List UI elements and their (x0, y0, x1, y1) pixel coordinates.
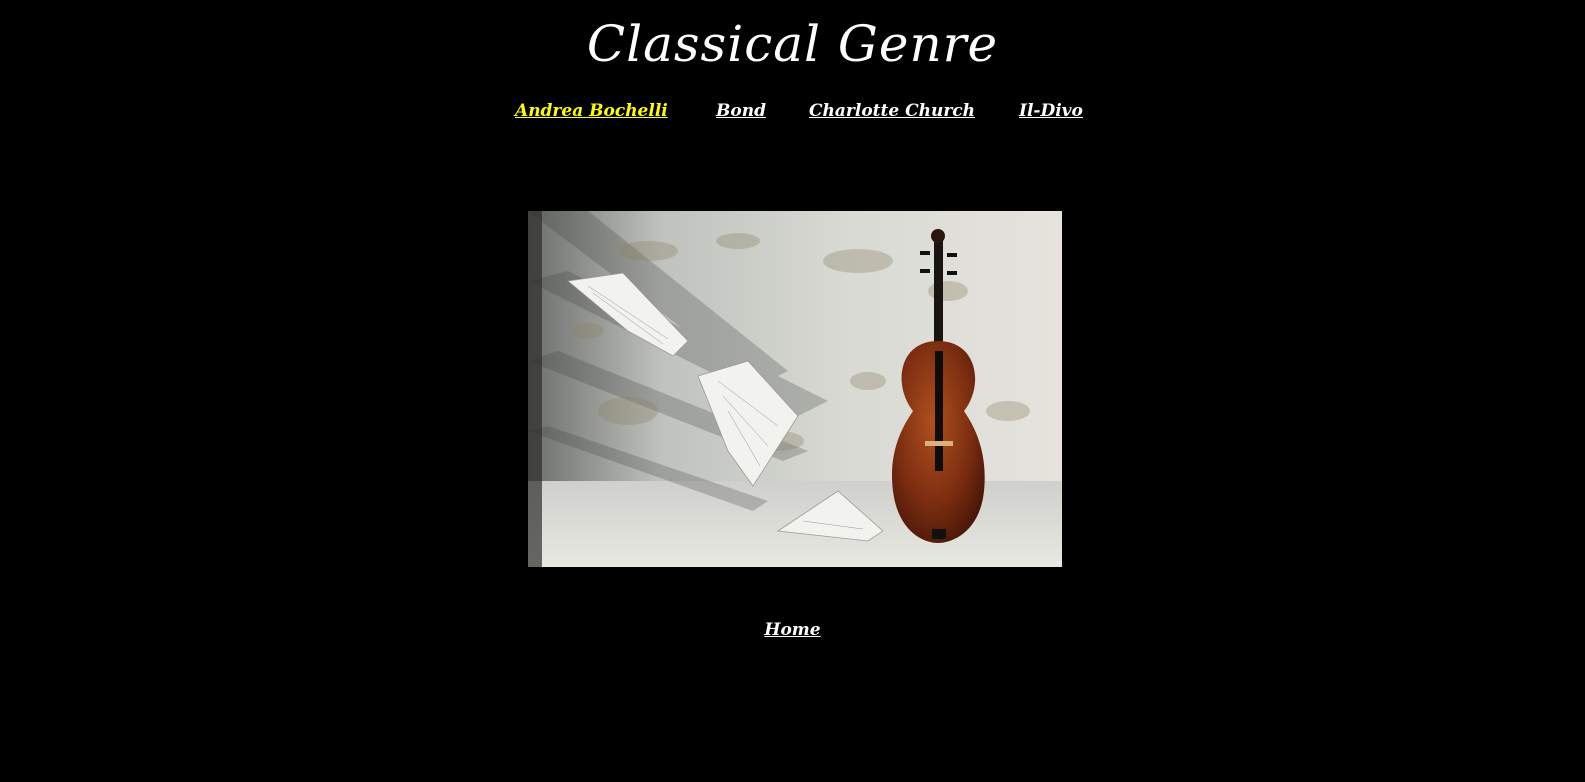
nav-link-charlotte-church[interactable]: Charlotte Church (809, 100, 975, 122)
nav-link-andrea-bochelli[interactable]: Andrea Bochelli (515, 100, 668, 122)
page-title: Classical Genre (586, 15, 999, 73)
hero-image (528, 211, 1062, 567)
home-link-container: Home (0, 620, 1585, 640)
nav-link-il-divo[interactable]: Il-Divo (1019, 100, 1083, 122)
nav-link-bond[interactable]: Bond (716, 100, 766, 122)
violin-image (528, 211, 1062, 567)
home-link[interactable]: Home (764, 620, 820, 640)
page: Classical Genre Andrea Bochelli Bond Cha… (0, 0, 1585, 782)
